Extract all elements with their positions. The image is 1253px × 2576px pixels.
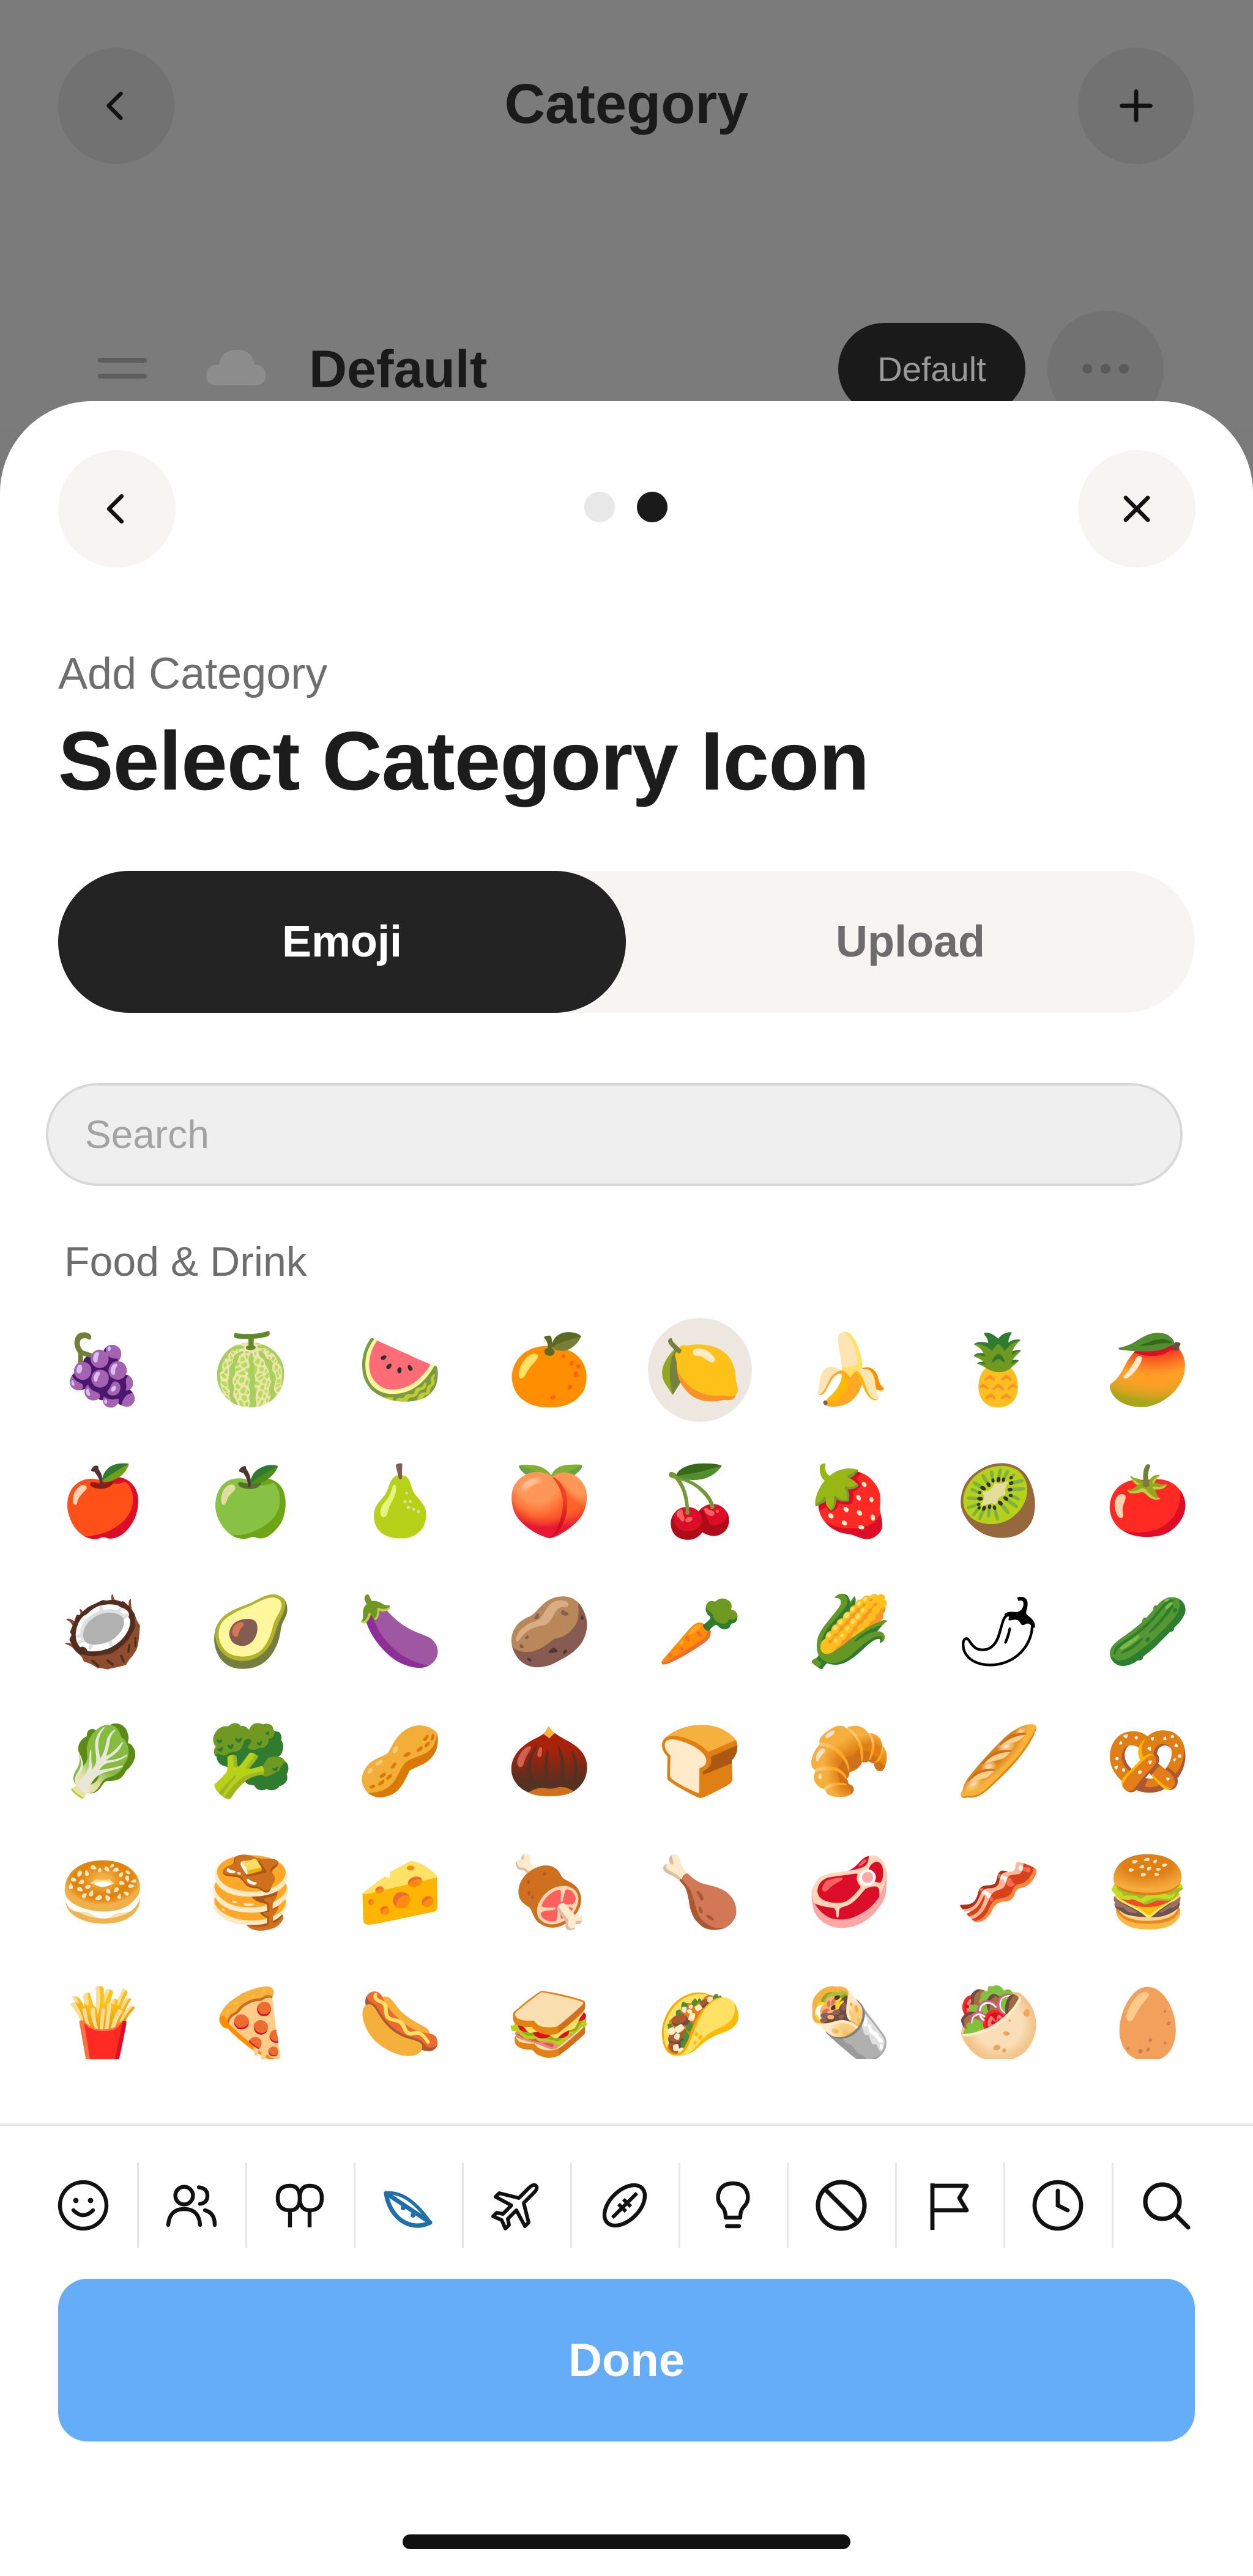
category-tab-flags[interactable] xyxy=(896,2150,1003,2260)
emoji-option[interactable]: 🍗 xyxy=(648,1840,752,1944)
emoji-option[interactable]: 🥖 xyxy=(946,1709,1050,1813)
food-icon xyxy=(384,2191,433,2228)
emoji-option[interactable]: 🥓 xyxy=(946,1840,1050,1944)
activity-icon xyxy=(602,2183,647,2228)
category-tab-travel[interactable] xyxy=(463,2150,570,2260)
emoji-option[interactable]: 🍋 xyxy=(648,1318,752,1422)
category-tab-search[interactable] xyxy=(1112,2150,1220,2260)
emoji-option[interactable]: 🍉 xyxy=(348,1318,452,1422)
category-tab-people[interactable] xyxy=(138,2150,245,2260)
emoji-option[interactable]: 🍖 xyxy=(497,1840,601,1944)
emoji-category-bar xyxy=(29,2150,1224,2260)
lightbulb-icon xyxy=(716,2181,750,2229)
emoji-option[interactable]: 🥝 xyxy=(946,1449,1050,1553)
emoji-option[interactable]: 🍕 xyxy=(199,1972,303,2059)
emoji-option[interactable]: 🥕 xyxy=(648,1580,752,1684)
emoji-option[interactable]: 🥪 xyxy=(497,1972,601,2059)
category-tab-nature[interactable] xyxy=(246,2150,354,2260)
category-tab-recent[interactable] xyxy=(1004,2150,1112,2260)
emoji-option[interactable]: 🍎 xyxy=(51,1449,155,1553)
emoji-option[interactable]: 🥩 xyxy=(797,1840,901,1944)
sheet-subtitle: Add Category xyxy=(58,650,328,698)
emoji-option[interactable]: 🍐 xyxy=(348,1449,452,1553)
cloud-icon xyxy=(206,350,266,385)
emoji-option[interactable]: 🥞 xyxy=(199,1840,303,1944)
drag-handle-icon[interactable] xyxy=(98,358,147,380)
smiley-icon xyxy=(58,2180,109,2231)
category-tab-food[interactable] xyxy=(354,2150,462,2260)
emoji-option[interactable]: 🍅 xyxy=(1096,1449,1200,1553)
bottom-sheet: Add Category Select Category Icon Emoji … xyxy=(0,401,1253,2576)
emoji-option[interactable]: 🍓 xyxy=(797,1449,901,1553)
clock-icon xyxy=(1032,2180,1084,2231)
prohibited-icon xyxy=(816,2180,867,2231)
close-button[interactable] xyxy=(1078,450,1195,568)
emoji-option[interactable]: 🥭 xyxy=(1096,1318,1200,1422)
category-tab-objects[interactable] xyxy=(679,2150,787,2260)
search-icon xyxy=(1143,2182,1191,2230)
icon-source-toggle: Emoji Upload xyxy=(58,871,1195,1013)
emoji-option[interactable]: 🥚 xyxy=(1096,1972,1200,2059)
category-tab-smileys[interactable] xyxy=(29,2150,137,2260)
emoji-option[interactable]: 🍒 xyxy=(648,1449,752,1553)
chevron-left-icon xyxy=(106,494,124,524)
emoji-option[interactable]: 🌽 xyxy=(797,1580,901,1684)
emoji-option[interactable]: 🍊 xyxy=(497,1318,601,1422)
flag-icon xyxy=(930,2183,969,2230)
home-indicator xyxy=(403,2534,850,2549)
nature-icon xyxy=(275,2183,324,2227)
done-button[interactable]: Done xyxy=(58,2279,1195,2441)
tab-upload[interactable]: Upload xyxy=(626,871,1195,1013)
close-icon xyxy=(1123,495,1150,522)
emoji-option[interactable]: 🥯 xyxy=(51,1840,155,1944)
page-indicator xyxy=(584,492,667,522)
emoji-option[interactable]: 🥬 xyxy=(51,1709,155,1813)
emoji-option[interactable]: 🌮 xyxy=(648,1972,752,2059)
emoji-option[interactable]: 🍔 xyxy=(1096,1840,1200,1944)
bg-page-title: Category xyxy=(504,73,749,135)
emoji-option[interactable]: 🥨 xyxy=(1096,1709,1200,1813)
emoji-option[interactable]: 🥑 xyxy=(199,1580,303,1684)
emoji-option[interactable]: 🍌 xyxy=(797,1318,901,1422)
emoji-grid: 🍇 🍈 🍉 🍊 🍋 🍌 🍍 🥭 🍎 🍏 🍐 🍑 🍒 🍓 🥝 🍅 🥥 🥑 🍆 🥔 🥕 🌽 🌶 🥒 🥬 🥦 🥜 🌰 🍞 🥐 🥖 🥨 🥯 🥞 🧀 🍖 🍗 🥩 🥓 🍔… xyxy=(0,1296,1253,2059)
emoji-option[interactable]: 🍞 xyxy=(648,1709,752,1813)
people-icon xyxy=(166,2185,217,2227)
emoji-option[interactable]: 🍟 xyxy=(51,1972,155,2059)
background-screen: Category Default Default xyxy=(0,0,1253,428)
more-icon xyxy=(1082,364,1129,374)
divider xyxy=(0,2123,1253,2126)
emoji-option[interactable]: 🍏 xyxy=(199,1449,303,1553)
emoji-option[interactable]: 🥐 xyxy=(797,1709,901,1813)
travel-icon xyxy=(491,2183,539,2230)
emoji-option[interactable]: 🌶 xyxy=(946,1580,1050,1684)
category-tab-symbols[interactable] xyxy=(787,2150,895,2260)
search-input[interactable] xyxy=(46,1083,1183,1186)
tab-emoji[interactable]: Emoji xyxy=(58,871,626,1013)
emoji-option[interactable]: 🍈 xyxy=(199,1318,303,1422)
emoji-option[interactable]: 🥙 xyxy=(946,1972,1050,2059)
bg-add-button[interactable] xyxy=(1078,48,1194,164)
category-tab-activity[interactable] xyxy=(571,2150,679,2260)
emoji-option[interactable]: 🥦 xyxy=(199,1709,303,1813)
emoji-option[interactable]: 🌯 xyxy=(797,1972,901,2059)
emoji-option[interactable]: 🥒 xyxy=(1096,1580,1200,1684)
plus-icon xyxy=(1120,89,1153,122)
page-dot xyxy=(637,492,667,522)
emoji-option[interactable]: 🍇 xyxy=(51,1318,155,1422)
emoji-option[interactable]: 🍍 xyxy=(946,1318,1050,1422)
section-label: Food & Drink xyxy=(64,1238,307,1285)
emoji-option[interactable]: 🌰 xyxy=(497,1709,601,1813)
emoji-option[interactable]: 🥜 xyxy=(348,1709,452,1813)
emoji-option[interactable]: 🍑 xyxy=(497,1449,601,1553)
back-button[interactable] xyxy=(58,450,176,568)
emoji-option[interactable]: 🌭 xyxy=(348,1972,452,2059)
emoji-option[interactable]: 🥔 xyxy=(497,1580,601,1684)
page-dot xyxy=(584,492,615,522)
emoji-option[interactable]: 🥥 xyxy=(51,1580,155,1684)
bg-category-name: Default xyxy=(309,340,488,399)
emoji-option[interactable]: 🧀 xyxy=(348,1840,452,1944)
emoji-option[interactable]: 🍆 xyxy=(348,1580,452,1684)
sheet-title: Select Category Icon xyxy=(58,714,869,807)
